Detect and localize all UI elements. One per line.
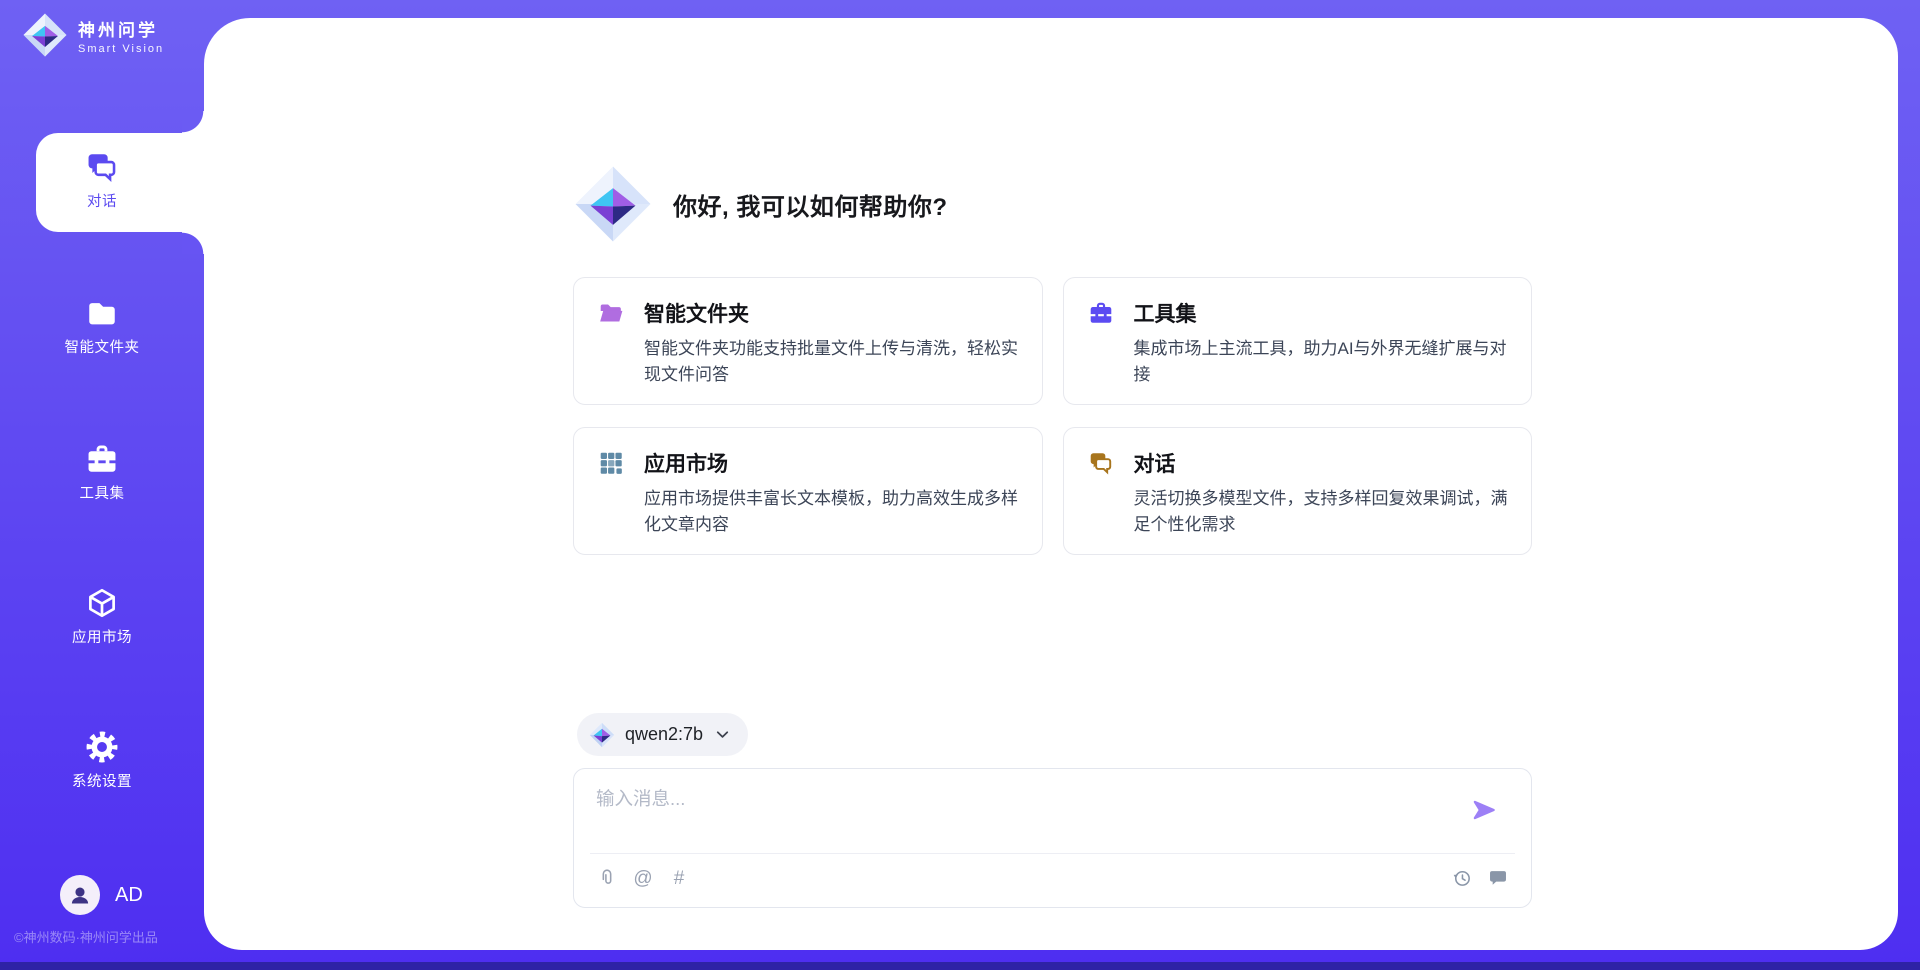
card-chat[interactable]: 对话 灵活切换多模型文件，支持多样回复效果调试，满足个性化需求 bbox=[1063, 427, 1533, 555]
chat-bubbles-icon bbox=[1088, 450, 1114, 476]
sidebar-item-toolset[interactable]: 工具集 bbox=[0, 442, 204, 503]
card-title: 智能文件夹 bbox=[644, 298, 749, 328]
grid-icon bbox=[598, 450, 624, 476]
card-description: 灵活切换多模型文件，支持多样回复效果调试，满足个性化需求 bbox=[1134, 486, 1512, 538]
card-app-market[interactable]: 应用市场 应用市场提供丰富长文本模板，助力高效生成多样化文章内容 bbox=[573, 427, 1043, 555]
chevron-down-icon bbox=[713, 725, 732, 744]
sidebar-item-label: 系统设置 bbox=[72, 770, 132, 791]
app-window: 神州问学 Smart Vision 你好, 我可以如何帮助你? bbox=[0, 0, 1920, 970]
assistant-diamond-icon bbox=[573, 164, 653, 244]
mention-icon[interactable]: @ bbox=[632, 867, 654, 889]
composer-toolbar: @ # bbox=[596, 867, 1509, 889]
briefcase-icon bbox=[1088, 300, 1114, 326]
person-icon bbox=[67, 882, 93, 908]
sidebar-item-chat[interactable]: 对话 bbox=[0, 150, 204, 211]
model-selector[interactable]: qwen2:7b bbox=[577, 713, 748, 756]
user-account[interactable]: AD bbox=[60, 875, 143, 915]
brand-diamond-icon bbox=[22, 12, 68, 58]
sidebar-item-app-market[interactable]: 应用市场 bbox=[0, 586, 204, 647]
user-name: AD bbox=[115, 884, 143, 907]
model-name: qwen2:7b bbox=[625, 724, 703, 745]
card-smart-folder[interactable]: 智能文件夹 智能文件夹功能支持批量文件上传与清洗，轻松实现文件问答 bbox=[573, 277, 1043, 405]
sidebar-item-label: 应用市场 bbox=[72, 626, 132, 647]
card-description: 应用市场提供丰富长文本模板，助力高效生成多样化文章内容 bbox=[644, 486, 1022, 538]
chat-bubbles-icon bbox=[85, 150, 119, 184]
copyright-footer: ©神州数码·神州问学出品 bbox=[14, 927, 158, 946]
model-diamond-icon bbox=[589, 722, 615, 748]
sidebar-item-settings[interactable]: 系统设置 bbox=[0, 730, 204, 791]
card-title: 应用市场 bbox=[644, 448, 728, 478]
brand-logo: 神州问学 Smart Vision bbox=[22, 12, 164, 58]
paperclip-icon[interactable] bbox=[596, 867, 618, 889]
card-toolset[interactable]: 工具集 集成市场上主流工具，助力AI与外界无缝扩展与对接 bbox=[1063, 277, 1533, 405]
hashtag-icon[interactable]: # bbox=[668, 867, 690, 889]
tab-fillet-top bbox=[182, 111, 204, 133]
composer-divider bbox=[590, 853, 1515, 854]
folder-open-icon bbox=[598, 300, 624, 326]
card-title: 对话 bbox=[1134, 448, 1176, 478]
card-description: 智能文件夹功能支持批量文件上传与清洗，轻松实现文件问答 bbox=[644, 336, 1022, 388]
feature-cards: 智能文件夹 智能文件夹功能支持批量文件上传与清洗，轻松实现文件问答 工具集 集成… bbox=[573, 277, 1532, 555]
greeting-section: 你好, 我可以如何帮助你? bbox=[573, 164, 948, 244]
cube-icon bbox=[85, 586, 119, 620]
comment-icon[interactable] bbox=[1487, 867, 1509, 889]
sidebar-item-label: 工具集 bbox=[80, 482, 125, 503]
card-title: 工具集 bbox=[1134, 298, 1197, 328]
sidebar-item-smart-folder[interactable]: 智能文件夹 bbox=[0, 296, 204, 357]
bottom-strip bbox=[0, 962, 1920, 970]
history-icon[interactable] bbox=[1451, 867, 1473, 889]
message-input[interactable] bbox=[596, 785, 1416, 845]
send-icon[interactable] bbox=[1471, 797, 1497, 823]
sidebar-item-label: 智能文件夹 bbox=[65, 336, 140, 357]
brand-name: 神州问学 bbox=[78, 16, 164, 41]
avatar bbox=[60, 875, 100, 915]
folder-icon bbox=[85, 296, 119, 330]
sidebar-item-label: 对话 bbox=[87, 190, 117, 211]
main-panel: 你好, 我可以如何帮助你? 智能文件夹 智能文件夹功能支持批量文件上传与清洗，轻… bbox=[204, 18, 1898, 950]
briefcase-icon bbox=[85, 442, 119, 476]
gear-icon bbox=[85, 730, 119, 764]
tab-fillet-bottom bbox=[182, 232, 204, 254]
card-description: 集成市场上主流工具，助力AI与外界无缝扩展与对接 bbox=[1134, 336, 1512, 388]
greeting-title: 你好, 我可以如何帮助你? bbox=[673, 187, 948, 222]
brand-tagline: Smart Vision bbox=[78, 43, 164, 55]
message-composer: @ # bbox=[573, 768, 1532, 908]
